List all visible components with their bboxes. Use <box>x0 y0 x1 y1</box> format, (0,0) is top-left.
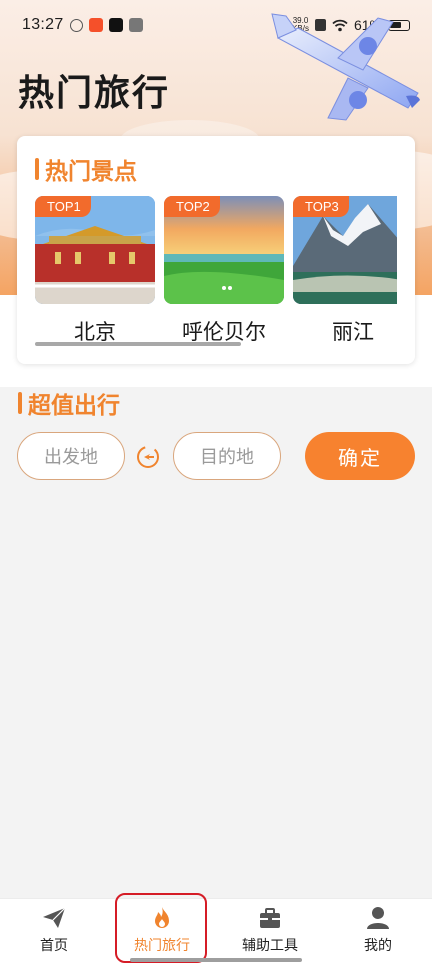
tiktok-icon <box>108 18 123 32</box>
spot-card-beijing[interactable]: TOP1 北京 <box>35 196 155 346</box>
rank-badge: TOP1 <box>35 196 91 217</box>
app-notification-icon <box>69 18 83 32</box>
rank-badge: TOP2 <box>164 196 220 217</box>
home-indicator[interactable] <box>130 958 302 962</box>
toolbox-icon <box>260 908 280 928</box>
paper-plane-icon <box>43 907 66 928</box>
bottom-navigation: 首页 热门旅行 辅助工具 我的 <box>0 898 432 964</box>
spot-image-beijing: TOP1 <box>35 196 155 304</box>
nav-label: 我的 <box>364 938 392 954</box>
hot-spots-title: 热门景点 <box>35 152 137 186</box>
spot-card-lijiang[interactable]: TOP3 丽江 <box>293 196 397 346</box>
page-title: 热门旅行 <box>18 73 171 114</box>
spot-card-hulunbuir[interactable]: TOP2 呼伦贝尔 <box>164 196 284 346</box>
carousel-scrollbar[interactable] <box>35 342 241 346</box>
title-accent-bar <box>18 392 22 414</box>
app-notification-icon <box>128 18 143 32</box>
deals-title: 超值出行 <box>18 386 120 420</box>
nav-label: 首页 <box>40 938 68 954</box>
spot-image-lijiang: TOP3 <box>293 196 397 304</box>
spot-image-hulunbuir: TOP2 <box>164 196 284 304</box>
hot-spots-title-text: 热门景点 <box>45 159 137 185</box>
hot-spots-card: 热门景点 TOP1 北京 TOP2 呼伦贝尔 TOP3 丽江 <box>17 136 415 364</box>
swap-icon[interactable] <box>135 444 161 470</box>
spot-name: 丽江 <box>332 320 374 344</box>
active-tab-highlight <box>115 893 207 963</box>
departure-input[interactable]: 出发地 <box>17 432 125 480</box>
nav-item-profile[interactable]: 我的 <box>324 905 432 961</box>
confirm-button[interactable]: 确定 <box>305 432 415 480</box>
hot-spots-carousel[interactable]: TOP1 北京 TOP2 呼伦贝尔 TOP3 丽江 <box>35 196 397 346</box>
nav-item-home[interactable]: 首页 <box>0 905 108 961</box>
title-accent-bar <box>35 158 39 180</box>
app-notification-icon <box>88 18 103 32</box>
nav-item-tools[interactable]: 辅助工具 <box>216 905 324 961</box>
nav-label: 辅助工具 <box>242 938 298 954</box>
rank-badge: TOP3 <box>293 196 349 217</box>
deals-title-text: 超值出行 <box>28 393 120 419</box>
user-icon <box>367 907 389 929</box>
status-time: 13:27 <box>22 16 64 33</box>
destination-input[interactable]: 目的地 <box>173 432 281 480</box>
airplane-illustration <box>271 13 420 121</box>
